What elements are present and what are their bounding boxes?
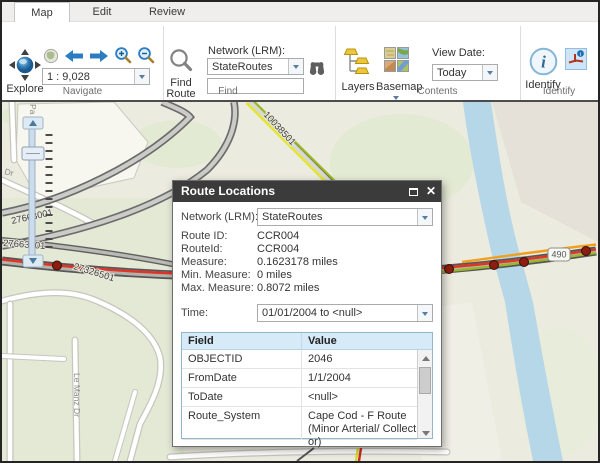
cell-field: OBJECTID — [182, 350, 302, 368]
zoom-in-button[interactable] — [114, 46, 133, 65]
view-date-label: View Date: — [432, 47, 485, 59]
map-scale-value: 1 : 9,028 — [47, 70, 90, 83]
globe-icon[interactable] — [43, 48, 59, 64]
dlg-network-label: Network (LRM): — [181, 211, 259, 223]
attribute-table: Field Value OBJECTID 2046 FromDate 1/1/2… — [181, 332, 433, 448]
scroll-up-icon[interactable] — [420, 351, 430, 361]
dlg-network-combo[interactable]: StateRoutes — [257, 208, 433, 226]
close-icon[interactable]: ✕ — [426, 181, 436, 202]
tab-review[interactable]: Review — [132, 2, 202, 22]
map-scale-dropdown-button[interactable] — [134, 69, 149, 84]
street-label-le-manz-dr: Le Manz Dr — [72, 373, 82, 417]
app-window: Map Edit Review Explore 1: 9,028 Naviga… — [0, 0, 600, 465]
dlg-routeid-value: CCR004 — [257, 243, 300, 255]
street-label-pa: Pa — [28, 104, 38, 115]
group-label-identify: Identify — [542, 86, 576, 97]
group-label-navigate: Navigate — [62, 86, 103, 97]
dlg-network-value: StateRoutes — [262, 211, 323, 223]
network-lrm-label: Network (LRM): — [208, 45, 286, 57]
dlg-time-combo[interactable]: 01/01/2004 to <null> — [257, 304, 433, 322]
table-row[interactable]: FromDate 1/1/2004 — [182, 369, 417, 388]
dlg-min-measure-label: Min. Measure: — [181, 269, 251, 281]
network-lrm-dropdown-button[interactable] — [288, 59, 303, 74]
dlg-min-measure-value: 0 miles — [257, 269, 292, 281]
tab-edit[interactable]: Edit — [72, 2, 132, 22]
scrollbar-thumb[interactable] — [419, 367, 431, 394]
cell-field: ToDate — [182, 388, 302, 406]
cell-value: Cape Cod - F Route (Minor Arterial/ Coll… — [308, 410, 417, 448]
svg-text:490: 490 — [551, 250, 566, 260]
dlg-max-measure-value: 0.8072 miles — [257, 282, 320, 294]
view-date-combo[interactable]: Today — [432, 64, 498, 81]
group-label-find: Find — [218, 86, 238, 97]
maximize-icon[interactable] — [408, 187, 418, 196]
route-info-icon: i — [568, 50, 584, 64]
group-label-contents: Contents — [417, 86, 458, 97]
dlg-measure-value: 0.1623178 miles — [257, 256, 338, 268]
table-row[interactable]: OBJECTID 2046 — [182, 350, 417, 369]
dlg-route-id-value: CCR004 — [257, 230, 300, 242]
dialog-title: Route Locations — [181, 184, 276, 198]
chevron-down-icon — [293, 65, 299, 72]
dlg-time-label: Time: — [181, 307, 209, 319]
chevron-down-icon — [139, 75, 145, 82]
back-arrow-button[interactable] — [64, 49, 84, 63]
cell-value: <null> — [308, 391, 338, 403]
view-date-dropdown-button[interactable] — [482, 65, 497, 80]
dialog-titlebar[interactable]: Route Locations ✕ — [173, 181, 441, 202]
forward-arrow-button[interactable] — [89, 49, 109, 63]
identify-button[interactable]: i — [528, 46, 559, 77]
explore-button[interactable] — [8, 48, 42, 82]
tab-map[interactable]: Map — [14, 2, 70, 22]
attribute-table-body: OBJECTID 2046 FromDate 1/1/2004 ToDate <… — [182, 350, 417, 448]
zoom-out-button[interactable] — [137, 46, 156, 65]
ribbon-tab-strip: Map Edit Review — [2, 2, 598, 22]
attribute-table-header: Field Value — [182, 333, 432, 350]
dlg-routeid-label: RouteId: — [181, 243, 223, 255]
dlg-measure-label: Measure: — [181, 256, 227, 268]
network-lrm-value: StateRoutes — [212, 60, 273, 73]
chevron-down-icon — [422, 215, 428, 223]
chevron-down-icon — [487, 71, 493, 78]
layers-button[interactable] — [344, 48, 371, 77]
binoculars-icon[interactable] — [309, 60, 325, 76]
cell-value: 1/1/2004 — [308, 372, 351, 384]
dlg-time-dropdown-button[interactable] — [417, 305, 432, 321]
svg-text:i: i — [580, 52, 581, 58]
ribbon: Explore 1 : 9,028 Navigate Find Route Ne… — [2, 22, 598, 114]
table-row[interactable]: Route_System Cape Cod - F Route (Minor A… — [182, 407, 417, 448]
view-date-value: Today — [437, 66, 467, 79]
scroll-down-icon[interactable] — [420, 428, 430, 437]
dlg-network-dropdown-button[interactable] — [417, 209, 432, 225]
cell-value: 2046 — [308, 353, 333, 365]
basemap-button[interactable] — [384, 47, 409, 72]
chevron-down-icon — [422, 311, 428, 319]
route-locations-dialog: Route Locations ✕ Network (LRM): StateRo… — [172, 180, 442, 448]
dlg-time-value: 01/01/2004 to <null> — [262, 307, 363, 319]
dlg-max-measure-label: Max. Measure: — [181, 282, 254, 294]
col-header-value[interactable]: Value — [302, 333, 432, 349]
svg-text:i: i — [541, 53, 546, 72]
dlg-route-id-label: Route ID: — [181, 230, 228, 242]
map-shield-490: 490 — [547, 247, 571, 262]
network-lrm-combo[interactable]: StateRoutes — [207, 58, 304, 75]
cell-field: Route_System — [182, 407, 302, 439]
table-scrollbar[interactable] — [417, 350, 432, 438]
table-row[interactable]: ToDate <null> — [182, 388, 417, 407]
col-header-field[interactable]: Field — [182, 333, 302, 349]
cell-field: FromDate — [182, 369, 302, 387]
map-scale-combo[interactable]: 1 : 9,028 — [42, 68, 150, 85]
identify-route-location-button[interactable]: i — [565, 48, 587, 70]
find-route-button[interactable] — [168, 48, 195, 75]
